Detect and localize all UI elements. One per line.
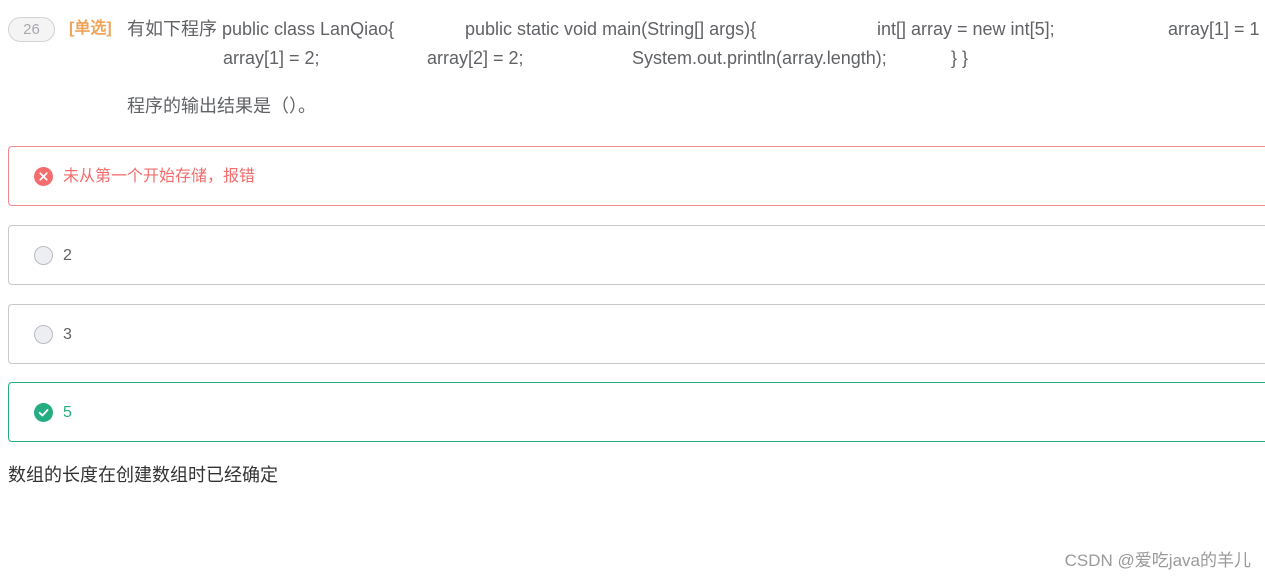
option-label: 未从第一个开始存储，报错: [63, 168, 256, 185]
option-a[interactable]: 未从第一个开始存储，报错: [8, 146, 1265, 206]
question-type-label: [单选]: [69, 20, 112, 37]
question-code-line: } }: [951, 48, 969, 68]
option-label: 2: [63, 247, 72, 264]
option-c[interactable]: 3: [8, 304, 1265, 364]
option-b[interactable]: 2: [8, 225, 1265, 285]
question-code-line: array[2] = 2;: [427, 48, 524, 68]
radio-icon[interactable]: [34, 246, 53, 265]
question-code-line: public static void main(String[] args){: [465, 19, 757, 39]
answer-explanation: 数组的长度在创建数组时已经确定: [8, 465, 278, 485]
option-label: 3: [63, 326, 72, 343]
question-code-line: int[] array = new int[5];: [877, 19, 1055, 39]
option-label: 5: [63, 404, 72, 421]
x-circle-icon: [34, 167, 53, 186]
question-code-line: array[1] = 2;: [223, 48, 320, 68]
watermark: CSDN @爱吃java的羊儿: [1064, 551, 1251, 570]
question-prompt: 程序的输出结果是（）。: [127, 96, 316, 116]
question-code-line: array[1] = 1: [1168, 19, 1260, 39]
check-circle-icon: [34, 403, 53, 422]
question-code-line: 有如下程序 public class LanQiao{: [127, 19, 395, 39]
option-d[interactable]: 5: [8, 382, 1265, 442]
question-number-badge: 26: [8, 17, 55, 42]
question-code-line: System.out.println(array.length);: [632, 48, 887, 68]
radio-icon[interactable]: [34, 325, 53, 344]
